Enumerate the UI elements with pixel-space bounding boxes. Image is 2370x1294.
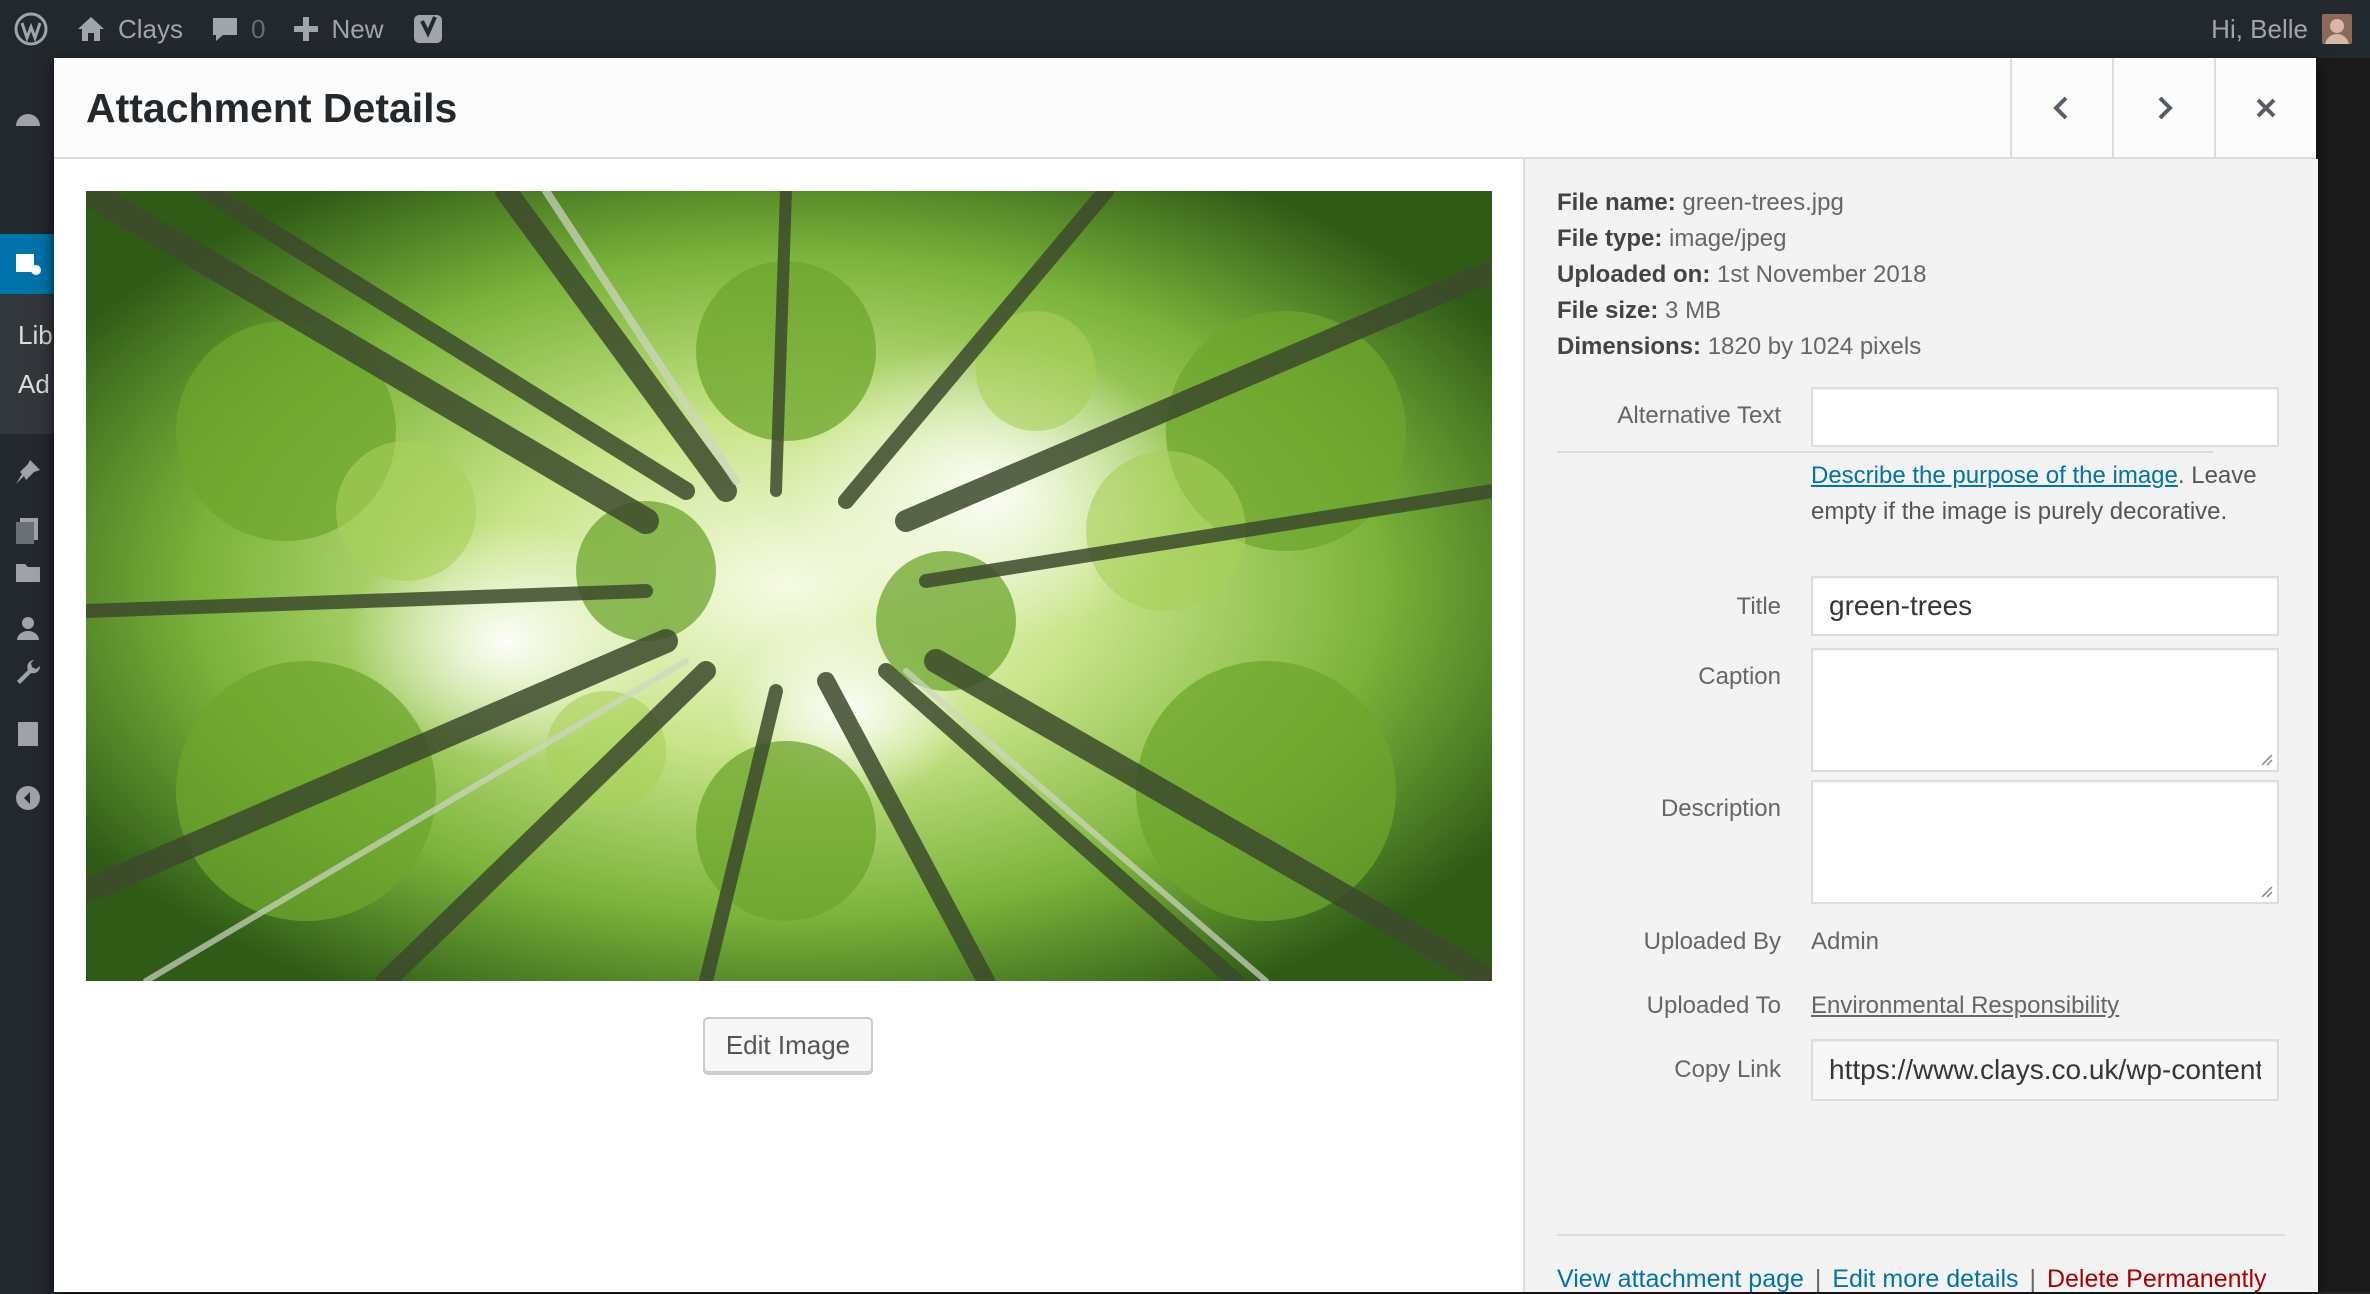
- attachment-details-sidebar: File name: green-trees.jpg File type: im…: [1523, 159, 2318, 1294]
- edit-image-button[interactable]: Edit Image: [703, 1017, 873, 1073]
- sidebar-item-media[interactable]: [0, 234, 54, 294]
- submenu-add-new[interactable]: Ad: [0, 351, 54, 400]
- comments-count: 0: [251, 13, 266, 44]
- title-input[interactable]: [1811, 576, 2279, 636]
- chevron-left-icon: [2053, 96, 2068, 119]
- separator: |: [2029, 1265, 2037, 1293]
- uploaded-to-label: Uploaded To: [1646, 992, 1781, 1019]
- dashboard-icon[interactable]: [14, 106, 42, 134]
- new-label: New: [331, 13, 384, 44]
- bamboo-forest-image: [86, 191, 1492, 981]
- avatar: [2322, 14, 2352, 44]
- previous-media-button[interactable]: [2010, 58, 2112, 157]
- file-size: 3 MB: [1665, 297, 1722, 324]
- file-name-label: File name:: [1557, 189, 1676, 216]
- caption-label: Caption: [1698, 663, 1781, 690]
- file-type-label: File type:: [1557, 225, 1663, 252]
- comment-bubble-icon: [213, 18, 238, 41]
- my-account-menu[interactable]: Hi, Belle: [2211, 0, 2370, 58]
- meta-divider: [1557, 451, 2213, 453]
- close-icon: [2256, 98, 2276, 117]
- users-icon[interactable]: [14, 614, 42, 642]
- admin-side-menu: Lib Ad: [0, 58, 54, 1292]
- chevron-right-icon: [2158, 96, 2173, 119]
- next-media-button[interactable]: [2112, 58, 2214, 157]
- yoast-seo-icon[interactable]: [398, 0, 458, 58]
- collapse-menu-icon[interactable]: [14, 784, 42, 812]
- file-name: green-trees.jpg: [1682, 189, 1844, 216]
- copy-link-label: Copy Link: [1674, 1056, 1781, 1083]
- uploaded-by-value: Admin: [1811, 928, 1880, 955]
- modal-title: Attachment Details: [86, 85, 458, 131]
- close-button[interactable]: [2214, 58, 2316, 157]
- wordpress-logo-icon[interactable]: [0, 0, 62, 58]
- resize-grip-icon[interactable]: [2259, 884, 2273, 898]
- pin-icon[interactable]: [14, 458, 42, 486]
- resize-grip-icon[interactable]: [2259, 752, 2273, 766]
- file-name-row: File name: green-trees.jpg: [1557, 185, 1926, 221]
- alt-text-input[interactable]: [1811, 387, 2279, 447]
- attachment-details-modal: Attachment Details Edit Image File name:…: [54, 58, 2318, 1294]
- file-type: image/jpeg: [1669, 225, 1787, 252]
- file-size-label: File size:: [1557, 297, 1659, 324]
- comments-link[interactable]: 0: [197, 0, 279, 58]
- separator: |: [1814, 1265, 1822, 1293]
- uploaded-on: 1st November 2018: [1717, 261, 1927, 288]
- caption-textarea[interactable]: [1811, 648, 2279, 772]
- forms-icon[interactable]: [14, 720, 42, 748]
- actions-divider: [1557, 1234, 2285, 1236]
- site-name: Clays: [118, 13, 184, 44]
- uploaded-on-row: Uploaded on: 1st November 2018: [1557, 257, 1926, 293]
- attachment-image: [86, 191, 1492, 981]
- new-content-link[interactable]: New: [279, 0, 397, 58]
- media-icon: [14, 250, 42, 278]
- edit-more-details-link[interactable]: Edit more details: [1832, 1265, 2018, 1293]
- delete-permanently-link[interactable]: Delete Permanently: [2047, 1265, 2267, 1293]
- dimensions-label: Dimensions:: [1557, 333, 1702, 360]
- attachment-actions: View attachment page | Edit more details…: [1557, 1265, 2267, 1294]
- plus-icon: [294, 17, 319, 41]
- modal-header: Attachment Details: [54, 58, 2316, 159]
- description-label: Description: [1660, 795, 1781, 822]
- file-metadata: File name: green-trees.jpg File type: im…: [1557, 185, 1926, 365]
- description-textarea[interactable]: [1811, 780, 2279, 904]
- uploaded-by-label: Uploaded By: [1643, 928, 1781, 955]
- copy-link-input[interactable]: [1811, 1039, 2279, 1101]
- alt-text-help: Describe the purpose of the image. Leave…: [1811, 458, 2261, 530]
- alt-text-label: Alternative Text: [1617, 402, 1781, 429]
- media-submenu: Lib Ad: [0, 294, 54, 434]
- describe-purpose-link[interactable]: Describe the purpose of the image: [1811, 462, 2178, 489]
- tools-icon[interactable]: [14, 658, 42, 686]
- folder-icon[interactable]: [14, 558, 42, 586]
- page-edge: [2316, 58, 2370, 1292]
- home-icon: [78, 17, 104, 41]
- pages-icon[interactable]: [14, 516, 42, 544]
- uploaded-on-label: Uploaded on:: [1557, 261, 1711, 288]
- greeting: Hi, Belle: [2211, 13, 2308, 44]
- dimensions-row: Dimensions: 1820 by 1024 pixels: [1557, 329, 1926, 365]
- dimensions: 1820 by 1024 pixels: [1707, 333, 1922, 360]
- title-label: Title: [1736, 593, 1781, 620]
- file-size-row: File size: 3 MB: [1557, 293, 1926, 329]
- site-name-link[interactable]: Clays: [62, 0, 197, 58]
- admin-bar: Clays 0 New Hi, Belle: [0, 0, 2370, 58]
- file-type-row: File type: image/jpeg: [1557, 221, 1926, 257]
- view-attachment-page-link[interactable]: View attachment page: [1557, 1265, 1804, 1293]
- media-preview-pane: Edit Image: [54, 159, 1523, 1292]
- submenu-library[interactable]: Lib: [0, 294, 54, 351]
- uploaded-to-link[interactable]: Environmental Responsibility: [1811, 992, 2119, 1020]
